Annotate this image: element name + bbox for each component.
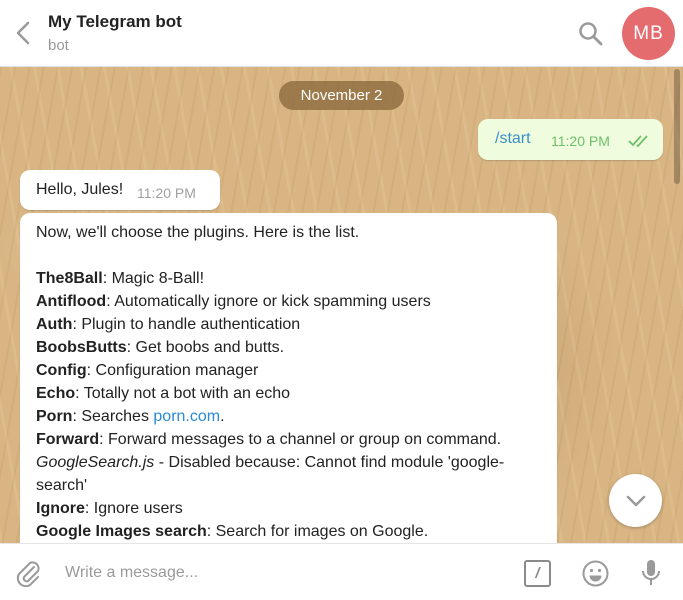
avatar[interactable]: MB bbox=[622, 7, 675, 60]
list-item-continuation: search' bbox=[36, 477, 88, 494]
greeting-text: Hello, Jules! bbox=[36, 181, 124, 198]
list-item: BoobsButts: Get boobs and butts. bbox=[36, 339, 285, 356]
incoming-message-greeting[interactable]: Hello, Jules! 11:20 PM bbox=[20, 170, 220, 210]
outgoing-message-time: 11:20 PM bbox=[551, 133, 610, 149]
chevron-down-icon bbox=[626, 495, 645, 506]
microphone-icon[interactable] bbox=[640, 558, 662, 588]
chat-header: My Telegram bot bot MB bbox=[0, 0, 683, 67]
double-check-icon bbox=[628, 134, 652, 148]
list-item: Auth: Plugin to handle authentication bbox=[36, 316, 301, 333]
message-input[interactable] bbox=[65, 562, 505, 584]
scrollbar[interactable] bbox=[674, 69, 680, 184]
command-icon[interactable]: / bbox=[524, 560, 551, 587]
list-item: GoogleSearch.js - Disabled because: Cann… bbox=[36, 454, 505, 471]
list-item: Google Images search: Search for images … bbox=[36, 523, 429, 540]
list-item: Config: Configuration manager bbox=[36, 362, 259, 379]
list-item: Ignore: Ignore users bbox=[36, 500, 183, 517]
date-separator: November 2 bbox=[279, 81, 404, 110]
plugins-intro: Now, we'll choose the plugins. Here is t… bbox=[36, 224, 360, 241]
chat-title[interactable]: My Telegram bot bbox=[48, 12, 182, 32]
list-item: Antiflood: Automatically ignore or kick … bbox=[36, 293, 431, 310]
back-arrow-icon[interactable] bbox=[12, 18, 36, 48]
porn-link[interactable]: porn.com bbox=[153, 408, 220, 425]
outgoing-message[interactable]: /start 11:20 PM bbox=[478, 119, 663, 160]
list-item: Porn: Searches porn.com. bbox=[36, 408, 225, 425]
chat-area: November 2 /start 11:20 PM Hello, Jules!… bbox=[0, 67, 683, 543]
incoming-message-plugins[interactable]: Now, we'll choose the plugins. Here is t… bbox=[20, 213, 557, 543]
chat-subtitle: bot bbox=[48, 37, 69, 54]
search-icon[interactable] bbox=[577, 20, 605, 48]
greeting-time: 11:20 PM bbox=[137, 185, 196, 201]
emoji-icon[interactable] bbox=[581, 559, 610, 588]
attach-icon[interactable] bbox=[14, 558, 42, 588]
scroll-down-button[interactable] bbox=[609, 474, 662, 527]
outgoing-message-text[interactable]: /start bbox=[495, 130, 531, 148]
list-item: The8Ball: Magic 8-Ball! bbox=[36, 270, 205, 287]
list-item: Forward: Forward messages to a channel o… bbox=[36, 431, 502, 448]
list-item: Echo: Totally not a bot with an echo bbox=[36, 385, 291, 402]
message-composer: / bbox=[0, 543, 683, 600]
